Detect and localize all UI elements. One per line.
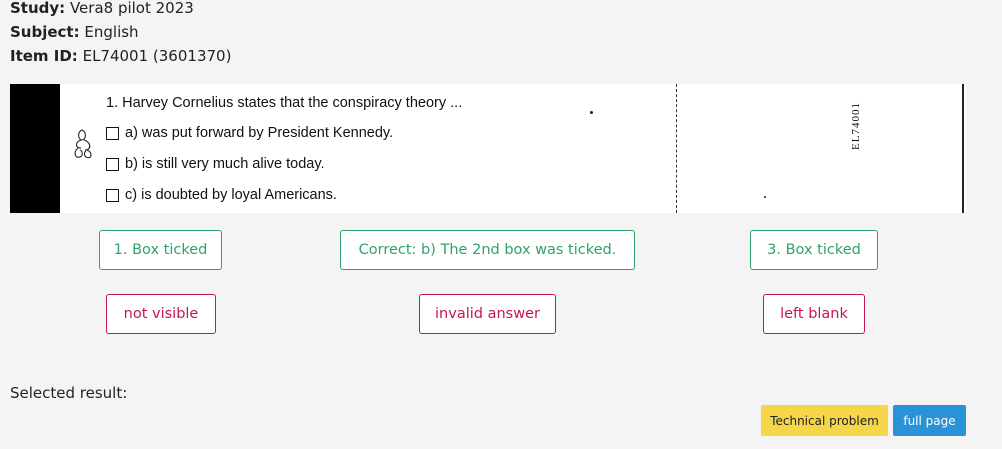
invalid-answer-button[interactable]: invalid answer	[419, 294, 556, 334]
subject-value: English	[84, 23, 139, 41]
study-label: Study:	[10, 0, 66, 17]
option-c-label: c) is doubted by loyal Americans.	[125, 187, 337, 203]
selected-result-label: Selected result:	[10, 384, 128, 402]
item-id-value: EL74001 (3601370)	[82, 47, 232, 65]
scan-divider-line	[676, 84, 677, 213]
scanned-answer-image: 1. Harvey Cornelius states that the cons…	[10, 84, 966, 213]
checkbox-icon	[106, 157, 119, 171]
technical-problem-button[interactable]: Technical problem	[761, 405, 888, 436]
option-a: a) was put forward by President Kennedy.	[106, 125, 393, 141]
correct-answer-button[interactable]: Correct: b) The 2nd box was ticked.	[340, 230, 635, 270]
scan-speck	[764, 196, 766, 198]
study-line: Study: Vera8 pilot 2023	[10, 0, 194, 18]
box-3-ticked-button[interactable]: 3. Box ticked	[750, 230, 878, 270]
scan-speck	[590, 111, 593, 114]
study-value: Vera8 pilot 2023	[69, 0, 194, 17]
item-id-line: Item ID: EL74001 (3601370)	[10, 46, 231, 66]
item-code-label: EL74001	[850, 102, 862, 150]
option-a-label: a) was put forward by President Kennedy.	[125, 125, 394, 141]
full-page-button[interactable]: full page	[893, 405, 966, 436]
scan-border-line	[962, 84, 964, 213]
subject-line: Subject: English	[10, 22, 139, 42]
subject-label: Subject:	[10, 23, 80, 41]
left-blank-button[interactable]: left blank	[763, 294, 865, 334]
option-c: c) is doubted by loyal Americans.	[106, 187, 337, 203]
scan-black-margin	[10, 84, 60, 213]
not-visible-button[interactable]: not visible	[106, 294, 216, 334]
item-id-label: Item ID:	[10, 47, 78, 65]
checkbox-icon	[106, 126, 119, 140]
handwritten-mark-icon	[72, 126, 98, 168]
option-b-label: b) is still very much alive today.	[125, 156, 325, 172]
option-b: b) is still very much alive today.	[106, 156, 325, 172]
box-1-ticked-button[interactable]: 1. Box ticked	[99, 230, 222, 270]
question-text: 1. Harvey Cornelius states that the cons…	[106, 95, 463, 111]
checkbox-icon	[106, 188, 119, 202]
